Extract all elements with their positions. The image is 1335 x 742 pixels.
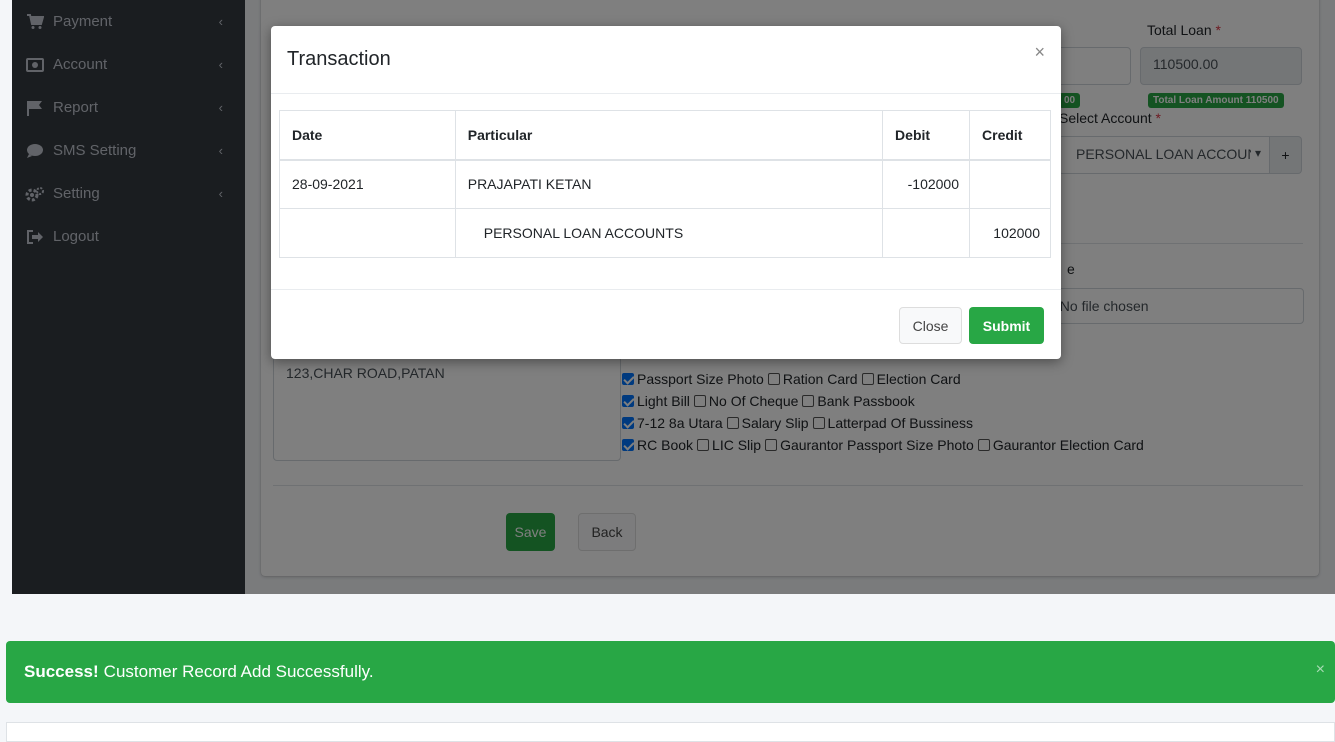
transaction-table: Date Particular Debit Credit 28-09-2021 … <box>279 110 1051 258</box>
submit-button[interactable]: Submit <box>969 307 1044 344</box>
cell-debit: -102000 <box>882 159 971 209</box>
close-icon[interactable]: × <box>1034 42 1045 63</box>
close-icon[interactable]: × <box>1316 661 1325 679</box>
close-button[interactable]: Close <box>899 307 962 344</box>
cell-credit: 102000 <box>969 208 1051 258</box>
cell-date: 28-09-2021 <box>279 159 456 209</box>
column-header-debit: Debit <box>882 110 971 161</box>
alert-title: Success! <box>24 662 99 681</box>
transaction-modal: Transaction × Date Particular Debit Cred… <box>271 26 1061 359</box>
alert-message: Customer Record Add Successfully. <box>103 662 374 681</box>
success-alert: Success! Customer Record Add Successfull… <box>6 641 1335 703</box>
column-header-credit: Credit <box>969 110 1051 161</box>
bottom-card <box>6 722 1335 742</box>
modal-title: Transaction <box>287 48 391 70</box>
table-header-row: Date Particular Debit Credit <box>279 110 1051 161</box>
column-header-date: Date <box>279 110 456 161</box>
cell-debit <box>882 208 971 258</box>
table-row: PERSONAL LOAN ACCOUNTS 102000 <box>279 208 1051 258</box>
cell-particular: PRAJAPATI KETAN <box>454 159 884 209</box>
cell-credit <box>969 159 1051 209</box>
modal-header: Transaction × <box>271 26 1061 94</box>
cell-date <box>279 208 456 258</box>
column-header-particular: Particular <box>454 110 884 161</box>
cell-particular: PERSONAL LOAN ACCOUNTS <box>454 208 884 258</box>
table-row: 28-09-2021 PRAJAPATI KETAN -102000 <box>279 159 1051 209</box>
modal-footer: Close Submit <box>271 289 1061 359</box>
